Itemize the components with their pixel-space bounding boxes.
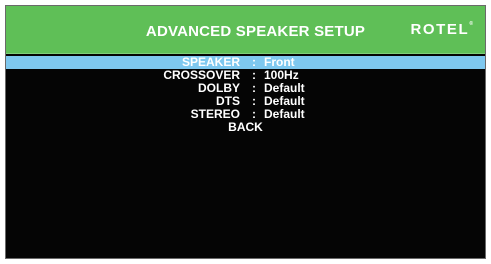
brand-name: ROTEL [410,21,470,38]
menu-item-dolby[interactable]: DOLBY : Default [6,82,485,95]
menu-item-value: Default [264,107,305,121]
menu-item-speaker[interactable]: SPEAKER : Front [6,56,485,69]
menu-item-back[interactable]: BACK [6,121,485,134]
back-label: BACK [228,120,263,134]
brand-logo: ROTEL® [410,21,473,38]
menu-item-dts[interactable]: DTS : Default [6,95,485,108]
settings-menu: SPEAKER : Front CROSSOVER : 100Hz DOLBY … [6,56,485,134]
osd-screen: ADVANCED SPEAKER SETUP ROTEL® SPEAKER : … [5,5,486,259]
brand-registered-mark: ® [469,21,473,27]
header-bar: ADVANCED SPEAKER SETUP ROTEL® [6,6,485,54]
menu-item-crossover[interactable]: CROSSOVER : 100Hz [6,69,485,82]
